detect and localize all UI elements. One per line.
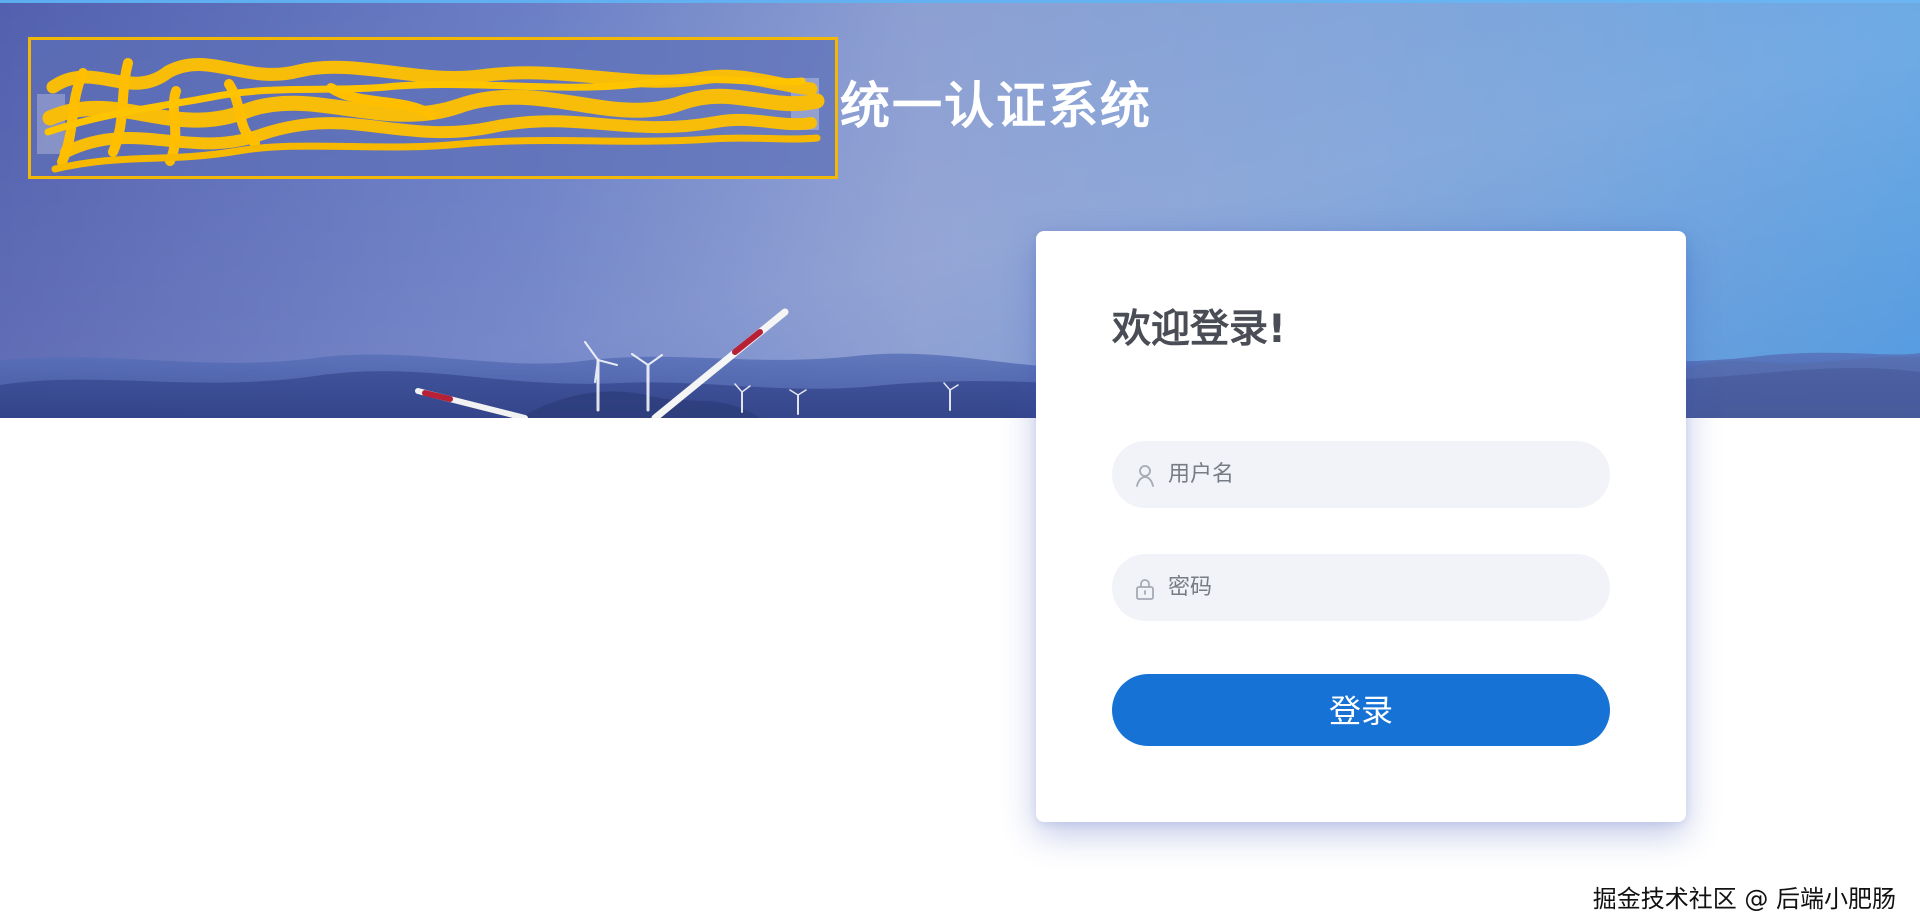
lock-icon (1136, 579, 1154, 600)
redacted-logo (28, 37, 838, 179)
user-icon (1136, 465, 1154, 487)
login-button[interactable]: 登录 (1112, 674, 1610, 746)
password-field[interactable] (1112, 554, 1610, 621)
login-card: 欢迎登录! 登录 (1036, 231, 1686, 822)
login-page: 统一认证系统 欢迎登录! 登录 掘金技术社区 @ 后端小肥肠 (0, 0, 1920, 922)
username-field[interactable] (1112, 441, 1610, 508)
login-title: 欢迎登录! (1112, 307, 1286, 352)
redaction-scribble (31, 40, 835, 176)
password-input[interactable] (1168, 554, 1588, 621)
source-watermark: 掘金技术社区 @ 后端小肥肠 (1592, 885, 1896, 913)
username-input[interactable] (1168, 441, 1588, 508)
system-title: 统一认证系统 (840, 77, 1152, 135)
